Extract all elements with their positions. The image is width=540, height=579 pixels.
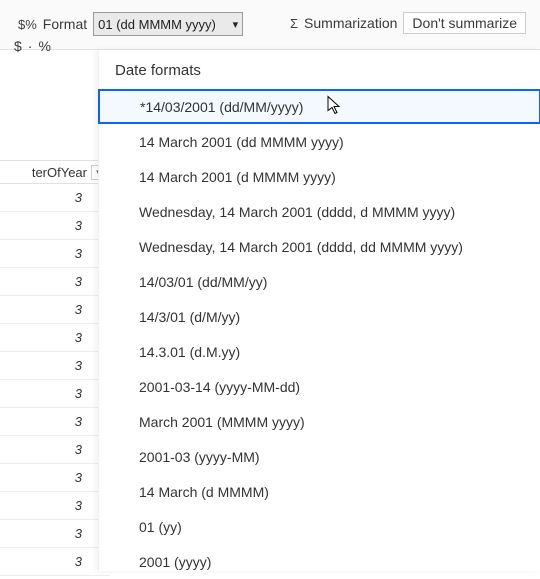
table-row[interactable]: 3 [0, 268, 110, 296]
table-row[interactable]: 3 [0, 184, 110, 212]
table-row[interactable]: 3 [0, 296, 110, 324]
dropdown-item[interactable]: 14/3/01 (d/M/yy) [99, 299, 540, 334]
summarization-button[interactable]: Don't summarize [403, 12, 526, 34]
format-select-value: 01 (dd MMMM yyyy) [98, 17, 229, 32]
table-row[interactable]: 3 [0, 520, 110, 548]
chevron-down-icon: ▾ [230, 18, 239, 31]
dropdown-item[interactable]: 14 March (d MMMM) [99, 474, 540, 509]
dot-icon: · [28, 38, 33, 54]
format-label: Format [43, 16, 87, 32]
dropdown-item[interactable]: March 2001 (MMMM yyyy) [99, 404, 540, 439]
currency-icon[interactable]: $ [14, 38, 22, 54]
dropdown-header: Date formats [99, 50, 540, 89]
column-header-text: terOfYear [32, 165, 87, 180]
percent-icon[interactable]: % [38, 38, 50, 54]
table-row[interactable]: 3 [0, 464, 110, 492]
data-grid: terOfYear ▾ 33333333333333 [0, 160, 110, 576]
format-select[interactable]: 01 (dd MMMM yyyy) ▾ [93, 12, 243, 36]
table-row[interactable]: 3 [0, 240, 110, 268]
format-icon: $% [18, 17, 37, 32]
table-row[interactable]: 3 [0, 436, 110, 464]
dropdown-item[interactable]: 14 March 2001 (dd MMMM yyyy) [99, 124, 540, 159]
summarization-label: Summarization [304, 15, 397, 31]
dropdown-item[interactable]: 2001-03-14 (yyyy-MM-dd) [99, 369, 540, 404]
dropdown-item[interactable]: 14.3.01 (d.M.yy) [99, 334, 540, 369]
table-row[interactable]: 3 [0, 212, 110, 240]
dropdown-item[interactable]: 14 March 2001 (d MMMM yyyy) [99, 159, 540, 194]
dropdown-item[interactable]: Wednesday, 14 March 2001 (dddd, d MMMM y… [99, 194, 540, 229]
dropdown-item[interactable]: *14/03/2001 (dd/MM/yyyy) [98, 89, 540, 124]
table-row[interactable]: 3 [0, 352, 110, 380]
dropdown-item[interactable]: 01 (yy) [99, 509, 540, 544]
dropdown-item[interactable]: Wednesday, 14 March 2001 (dddd, dd MMMM … [99, 229, 540, 264]
table-row[interactable]: 3 [0, 380, 110, 408]
sigma-icon: Σ [290, 16, 298, 31]
date-format-dropdown: Date formats *14/03/2001 (dd/MM/yyyy)14 … [98, 50, 540, 571]
table-row[interactable]: 3 [0, 492, 110, 520]
dropdown-item[interactable]: 2001 (yyyy) [99, 544, 540, 579]
dropdown-item[interactable]: 2001-03 (yyyy-MM) [99, 439, 540, 474]
column-header[interactable]: terOfYear ▾ [0, 160, 110, 184]
table-row[interactable]: 3 [0, 408, 110, 436]
dropdown-item[interactable]: 14/03/01 (dd/MM/yy) [99, 264, 540, 299]
ribbon: $% Format 01 (dd MMMM yyyy) ▾ Σ Summariz… [0, 0, 540, 50]
table-row[interactable]: 3 [0, 324, 110, 352]
table-row[interactable]: 3 [0, 548, 110, 576]
